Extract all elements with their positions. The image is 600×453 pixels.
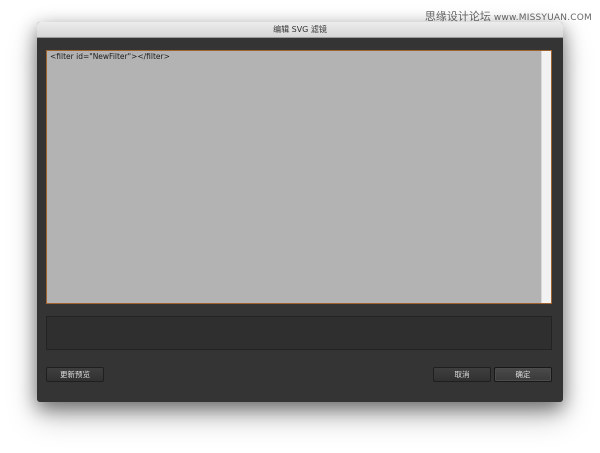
edit-svg-filter-dialog: 编辑 SVG 滤镜 <filter id="NewFilter"></filte… [37, 22, 563, 402]
update-preview-button[interactable]: 更新预览 [46, 367, 104, 382]
svg-code-editor[interactable]: <filter id="NewFilter"></filter> [47, 51, 541, 303]
code-editor-frame: <filter id="NewFilter"></filter> [46, 50, 552, 304]
ok-button[interactable]: 确定 [494, 367, 552, 382]
dialog-title-bar[interactable]: 编辑 SVG 滤镜 [37, 22, 563, 38]
preview-message-area [46, 316, 552, 350]
cancel-button[interactable]: 取消 [433, 367, 491, 382]
editor-scrollbar[interactable] [541, 51, 551, 303]
dialog-title: 编辑 SVG 滤镜 [273, 25, 327, 34]
